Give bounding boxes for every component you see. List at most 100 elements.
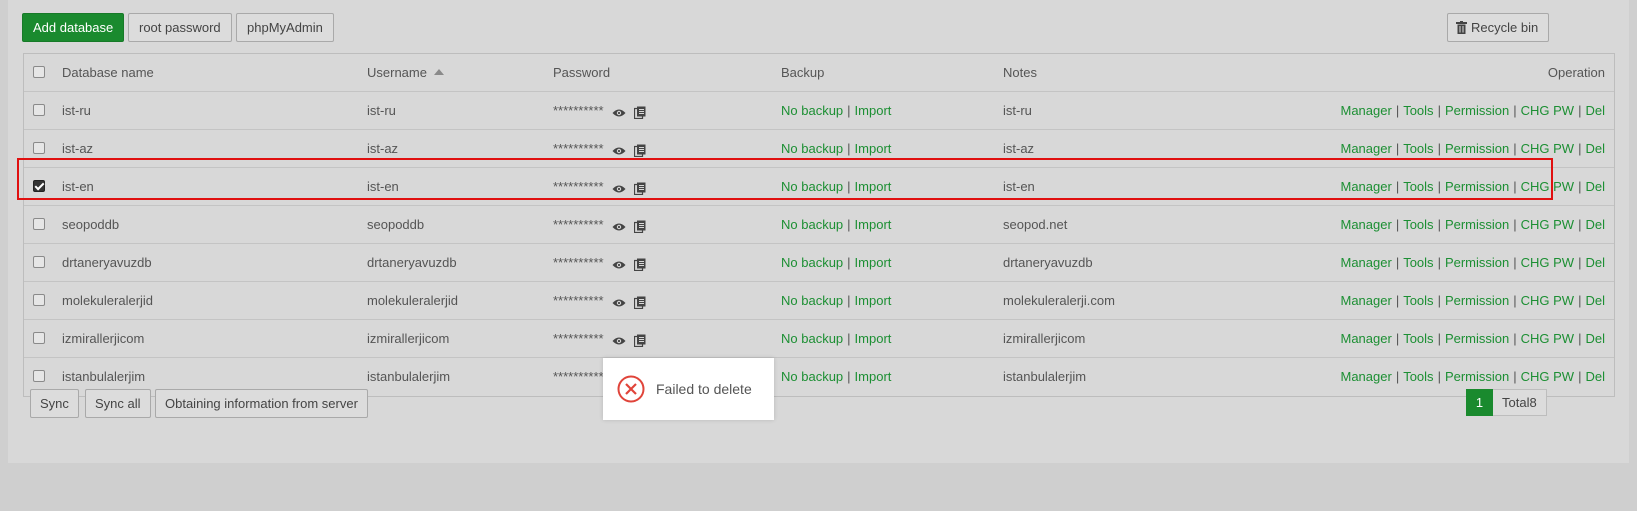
notes[interactable]: izmirallerjicom [1003, 320, 1085, 357]
op-del-link[interactable]: Del [1585, 179, 1605, 194]
no-backup-link[interactable]: No backup [781, 369, 843, 384]
copy-password-icon[interactable] [633, 296, 646, 310]
notes[interactable]: ist-ru [1003, 92, 1032, 129]
no-backup-link[interactable]: No backup [781, 103, 843, 118]
root-password-button[interactable]: root password [128, 13, 232, 42]
show-password-icon[interactable] [612, 146, 626, 156]
trash-icon [1456, 21, 1467, 34]
row-checkbox[interactable] [33, 370, 45, 382]
notes[interactable]: molekuleralerji.com [1003, 282, 1115, 319]
op-del-link[interactable]: Del [1585, 293, 1605, 308]
no-backup-link[interactable]: No backup [781, 331, 843, 346]
copy-password-icon[interactable] [633, 106, 646, 120]
separator: | [1513, 369, 1517, 384]
op-manager-link[interactable]: Manager [1341, 369, 1392, 384]
op-del-link[interactable]: Del [1585, 369, 1605, 384]
op-del-link[interactable]: Del [1585, 217, 1605, 232]
op-chg-pw-link[interactable]: CHG PW [1521, 331, 1574, 346]
op-permission-link[interactable]: Permission [1445, 369, 1509, 384]
no-backup-link[interactable]: No backup [781, 141, 843, 156]
op-tools-link[interactable]: Tools [1403, 293, 1433, 308]
header-username[interactable]: Username [367, 54, 444, 91]
row-checkbox[interactable] [33, 332, 45, 344]
op-tools-link[interactable]: Tools [1403, 217, 1433, 232]
no-backup-link[interactable]: No backup [781, 255, 843, 270]
import-link[interactable]: Import [855, 331, 892, 346]
separator: | [847, 103, 851, 118]
row-checkbox[interactable] [33, 294, 45, 306]
op-manager-link[interactable]: Manager [1341, 103, 1392, 118]
table-row: molekuleralerjid molekuleralerjid ********… [24, 282, 1614, 320]
separator: | [847, 293, 851, 308]
op-permission-link[interactable]: Permission [1445, 293, 1509, 308]
op-manager-link[interactable]: Manager [1341, 293, 1392, 308]
obtain-info-button[interactable]: Obtaining information from server [155, 389, 368, 418]
separator: | [847, 255, 851, 270]
add-database-button[interactable]: Add database [22, 13, 125, 42]
op-tools-link[interactable]: Tools [1403, 255, 1433, 270]
op-chg-pw-link[interactable]: CHG PW [1521, 369, 1574, 384]
import-link[interactable]: Import [855, 369, 892, 384]
notes[interactable]: drtaneryavuzdb [1003, 244, 1093, 281]
copy-password-icon[interactable] [633, 258, 646, 272]
import-link[interactable]: Import [855, 103, 892, 118]
op-chg-pw-link[interactable]: CHG PW [1521, 141, 1574, 156]
no-backup-link[interactable]: No backup [781, 217, 843, 232]
op-chg-pw-link[interactable]: CHG PW [1521, 217, 1574, 232]
no-backup-link[interactable]: No backup [781, 293, 843, 308]
import-link[interactable]: Import [855, 217, 892, 232]
op-permission-link[interactable]: Permission [1445, 141, 1509, 156]
separator: | [847, 369, 851, 384]
op-manager-link[interactable]: Manager [1341, 141, 1392, 156]
sync-button[interactable]: Sync [30, 389, 79, 418]
op-permission-link[interactable]: Permission [1445, 217, 1509, 232]
separator: | [1578, 293, 1582, 308]
import-link[interactable]: Import [855, 293, 892, 308]
op-permission-link[interactable]: Permission [1445, 103, 1509, 118]
show-password-icon[interactable] [612, 336, 626, 346]
op-tools-link[interactable]: Tools [1403, 141, 1433, 156]
op-del-link[interactable]: Del [1585, 103, 1605, 118]
recycle-bin-label: Recycle bin [1471, 20, 1539, 35]
op-tools-link[interactable]: Tools [1403, 331, 1433, 346]
recycle-bin-button[interactable]: Recycle bin [1447, 13, 1550, 42]
select-all-checkbox[interactable] [33, 66, 45, 78]
row-checkbox[interactable] [33, 104, 45, 116]
op-del-link[interactable]: Del [1585, 141, 1605, 156]
op-chg-pw-link[interactable]: CHG PW [1521, 255, 1574, 270]
show-password-icon[interactable] [612, 260, 626, 270]
database-name: molekuleralerjid [62, 293, 154, 308]
database-name: seopoddb [62, 217, 120, 232]
sync-all-button[interactable]: Sync all [85, 389, 151, 418]
show-password-icon[interactable] [612, 108, 626, 118]
op-del-link[interactable]: Del [1585, 255, 1605, 270]
import-link[interactable]: Import [855, 255, 892, 270]
copy-password-icon[interactable] [633, 220, 646, 234]
op-permission-link[interactable]: Permission [1445, 255, 1509, 270]
show-password-icon[interactable] [612, 298, 626, 308]
copy-password-icon[interactable] [633, 334, 646, 348]
show-password-icon[interactable] [612, 222, 626, 232]
copy-password-icon[interactable] [633, 144, 646, 158]
row-checkbox[interactable] [33, 142, 45, 154]
op-manager-link[interactable]: Manager [1341, 331, 1392, 346]
notes[interactable]: seopod.net [1003, 206, 1067, 243]
op-chg-pw-link[interactable]: CHG PW [1521, 293, 1574, 308]
import-link[interactable]: Import [855, 141, 892, 156]
op-manager-link[interactable]: Manager [1341, 255, 1392, 270]
op-tools-link[interactable]: Tools [1403, 369, 1433, 384]
row-checkbox[interactable] [33, 218, 45, 230]
operation-links: Manager | Tools | Permission | CHG PW | Del [1341, 206, 1606, 243]
row-checkbox[interactable] [33, 256, 45, 268]
backup-cell: No backup | Import [781, 320, 891, 357]
op-del-link[interactable]: Del [1585, 331, 1605, 346]
separator: | [1578, 331, 1582, 346]
phpmyadmin-button[interactable]: phpMyAdmin [236, 13, 334, 42]
op-chg-pw-link[interactable]: CHG PW [1521, 103, 1574, 118]
table-row: seopoddb seopoddb ********** No backup | Impo… [24, 206, 1614, 244]
op-permission-link[interactable]: Permission [1445, 331, 1509, 346]
page-1-button[interactable]: 1 [1466, 389, 1493, 416]
notes[interactable]: istanbulalerjim [1003, 358, 1086, 395]
op-tools-link[interactable]: Tools [1403, 103, 1433, 118]
op-manager-link[interactable]: Manager [1341, 217, 1392, 232]
